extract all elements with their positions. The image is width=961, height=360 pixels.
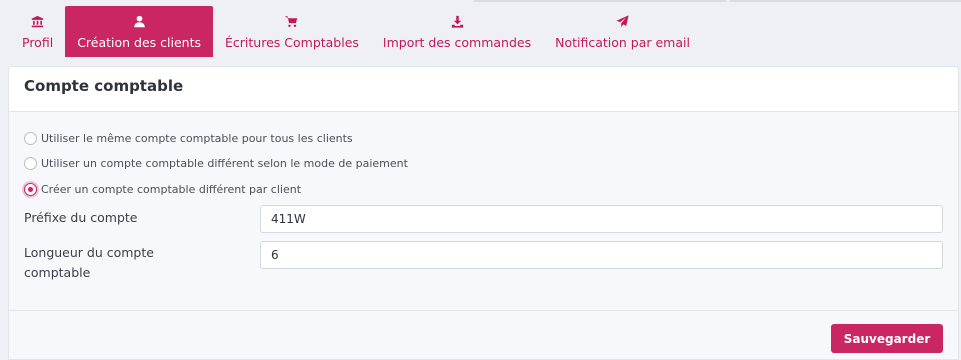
tab-label: Import des commandes bbox=[382, 35, 532, 50]
option-same-account[interactable]: Utiliser le même compte comptable pour t… bbox=[24, 130, 353, 146]
top-strip-segment bbox=[730, 0, 961, 2]
tab-label: Création des clients bbox=[77, 35, 202, 50]
prefix-label: Préfixe du compte bbox=[24, 210, 138, 225]
tab-creation-des-clients[interactable]: Création des clients bbox=[65, 6, 214, 57]
length-input[interactable] bbox=[260, 241, 943, 269]
length-label-line2: comptable bbox=[24, 265, 91, 280]
tab-profil[interactable]: Profil bbox=[10, 6, 65, 57]
option-label: Utiliser un compte comptable différent s… bbox=[41, 156, 408, 170]
tab-import-des-commandes[interactable]: Import des commandes bbox=[371, 6, 543, 57]
tab-bar: Profil Création des clients Écritures Co… bbox=[10, 6, 702, 57]
tab-ecritures-comptables[interactable]: Écritures Comptables bbox=[213, 6, 371, 57]
download-icon bbox=[451, 14, 464, 28]
tab-label: Écritures Comptables bbox=[225, 35, 359, 50]
option-account-per-client[interactable]: Créer un compte comptable différent par … bbox=[24, 181, 301, 197]
footer-divider bbox=[9, 310, 958, 311]
length-label-line1: Longueur du compte bbox=[24, 245, 154, 260]
top-strip-segment bbox=[474, 0, 726, 2]
cart-icon bbox=[285, 14, 298, 28]
card-title: Compte comptable bbox=[24, 77, 184, 95]
account-settings-card: Compte comptable Utiliser le même compte… bbox=[8, 66, 959, 360]
option-label: Créer un compte comptable différent par … bbox=[41, 182, 302, 196]
option-account-per-payment-mode[interactable]: Utiliser un compte comptable différent s… bbox=[24, 155, 408, 171]
tab-label: Profil bbox=[22, 35, 54, 50]
card-header: Compte comptable bbox=[9, 67, 958, 112]
top-strip bbox=[0, 0, 961, 2]
paper-plane-icon bbox=[616, 14, 629, 28]
radio-button-selected[interactable] bbox=[24, 182, 37, 196]
option-label: Utiliser le même compte comptable pour t… bbox=[41, 131, 353, 145]
prefix-input[interactable] bbox=[260, 205, 943, 233]
tab-label: Notification par email bbox=[555, 35, 690, 50]
user-icon bbox=[133, 14, 146, 28]
radio-button[interactable] bbox=[24, 156, 37, 170]
save-button[interactable]: Sauvegarder bbox=[831, 324, 943, 353]
tab-notification-par-email[interactable]: Notification par email bbox=[543, 6, 702, 57]
radio-button[interactable] bbox=[24, 131, 37, 145]
bank-icon bbox=[31, 14, 44, 28]
